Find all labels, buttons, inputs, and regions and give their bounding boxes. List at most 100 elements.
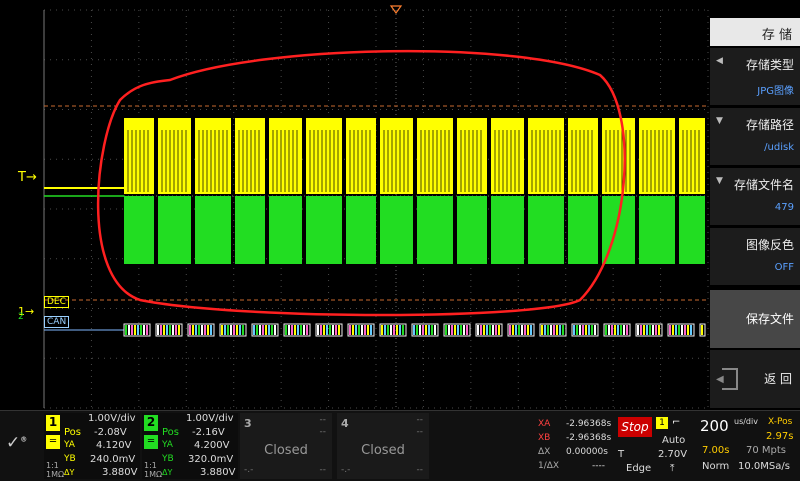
channel3-status: Closed bbox=[264, 443, 308, 458]
time-per-div-unit: us/div bbox=[734, 417, 758, 426]
memory-depth: 70 Mpts bbox=[746, 445, 787, 456]
run-stop-status[interactable]: Stop bbox=[618, 417, 652, 437]
ch2-burst bbox=[380, 196, 413, 264]
rising-edge-icon: ⤒ bbox=[670, 463, 675, 474]
cursor-inv-value: ---- bbox=[592, 461, 605, 471]
channel2-ya-label: YA bbox=[162, 440, 173, 450]
menu-item-label: 存储文件名 bbox=[733, 178, 794, 192]
cursor-dx-value: 0.00000s bbox=[566, 447, 608, 457]
menu-item-value: /udisk bbox=[764, 142, 794, 153]
channel1-impedance: 1MΩ bbox=[46, 470, 65, 479]
cursor-xb-label: XB bbox=[538, 433, 551, 443]
channel4-panel[interactable]: 4 -- -- Closed -.- -- bbox=[337, 413, 429, 479]
channel2-marker[interactable]: 2 bbox=[18, 312, 24, 322]
channel3-placeholder: -- bbox=[319, 465, 327, 475]
channel1-number: 1 bbox=[46, 415, 60, 431]
channel4-placeholder: -- bbox=[416, 427, 424, 437]
ch2-burst bbox=[457, 196, 487, 264]
menu-item-storage-type[interactable]: ◀ 存储类型 JPG图像 bbox=[710, 48, 800, 106]
menu-item-invert-image[interactable]: 图像反色 OFF bbox=[710, 228, 800, 286]
trigger-t-label: T bbox=[618, 449, 625, 460]
ch2-burst bbox=[269, 196, 302, 264]
ch2-burst bbox=[158, 196, 191, 264]
dc-coupling-icon: ═ bbox=[144, 435, 158, 449]
ch1-burst bbox=[306, 118, 342, 194]
ch2-burst bbox=[124, 196, 154, 264]
menu-item-value: OFF bbox=[774, 262, 794, 273]
ch2-burst bbox=[568, 196, 598, 264]
channel4-placeholder: -- bbox=[416, 465, 424, 475]
channel2-dy-label: ΔY bbox=[162, 468, 173, 477]
arrow-left-icon: ◀ bbox=[716, 374, 724, 385]
dc-coupling-icon: ═ bbox=[46, 435, 60, 449]
sample-rate: 10.0MSa/s bbox=[738, 461, 790, 472]
channel3-number: 3 bbox=[244, 417, 252, 430]
menu-item-label: 存储类型 bbox=[745, 58, 794, 72]
trigger-type: Edge bbox=[626, 463, 652, 474]
waveform-display[interactable]: T→ 1→ 2 DEC CAN bbox=[0, 0, 710, 410]
acquisition-mode: Norm bbox=[702, 461, 730, 472]
channel2-yb-label: YB bbox=[162, 454, 174, 464]
back-button[interactable]: ◀ 返 回 bbox=[710, 350, 800, 408]
channel1-ya-value: 4.120V bbox=[96, 440, 132, 451]
menu-item-file-name[interactable]: ▼ 存储文件名 479 bbox=[710, 168, 800, 226]
trigger-panel[interactable]: Stop 1 ⌐ Auto T 2.70V Edge ⤒ bbox=[618, 415, 698, 477]
channel3-placeholder: -- bbox=[319, 415, 327, 425]
channel1-yb-label: YB bbox=[64, 454, 76, 464]
menu-item-value: JPG图像 bbox=[757, 86, 794, 97]
channel1-pos-label: Pos bbox=[64, 427, 82, 438]
timebase-panel[interactable]: 200 us/div X-Pos 2.97s 7.00s 70 Mpts Nor… bbox=[698, 415, 800, 477]
menu-title: 存 储 bbox=[710, 18, 800, 46]
trigger-source: 1 bbox=[656, 417, 668, 429]
cursor-dx-label: ΔX bbox=[538, 447, 551, 457]
cursor-panel[interactable]: XA -2.96368s XB -2.96368s ΔX 0.00000s 1/… bbox=[536, 415, 616, 477]
channel1-ya-label: YA bbox=[64, 440, 75, 450]
decode-label: DEC bbox=[44, 296, 69, 308]
channel1-probe-ratio: 1:1 bbox=[46, 461, 59, 470]
waveform-svg bbox=[43, 5, 709, 409]
channel4-placeholder: -.- bbox=[341, 465, 351, 475]
ch2-burst bbox=[346, 196, 376, 264]
oscilloscope-screen: T→ 1→ 2 DEC CAN 存 储 ◀ 存储类型 JPG图像 ▼ 存储路径 … bbox=[0, 0, 800, 481]
channel1-yb-value: 240.0mV bbox=[90, 454, 136, 465]
channel2-pos-value: -2.16V bbox=[192, 427, 225, 438]
menu-item-storage-path[interactable]: ▼ 存储路径 /udisk bbox=[710, 108, 800, 166]
channel1-panel[interactable]: 1 ═ 1.00V/div Pos -2.08V YA 4.120V YB 24… bbox=[44, 413, 140, 479]
channel1-pos-value: -2.08V bbox=[94, 427, 127, 438]
channel1-volts-div: 1.00V/div bbox=[88, 413, 136, 424]
channel3-placeholder: -.- bbox=[244, 465, 254, 475]
trigger-level-marker[interactable]: T→ bbox=[18, 170, 37, 185]
xpos-label: X-Pos bbox=[768, 417, 793, 427]
ch2-burst bbox=[417, 196, 453, 264]
trigger-edge-icon: ⌐ bbox=[672, 417, 681, 428]
cursor-inv-label: 1/ΔX bbox=[538, 461, 560, 471]
chevron-down-icon: ▼ bbox=[716, 176, 723, 186]
ch1-burst bbox=[528, 118, 564, 194]
back-label: 返 回 bbox=[764, 372, 792, 386]
zlg-logo-icon: ✓® bbox=[6, 433, 28, 453]
ch2-burst bbox=[679, 196, 705, 264]
storage-menu: 存 储 ◀ 存储类型 JPG图像 ▼ 存储路径 /udisk ▼ 存储文件名 4… bbox=[710, 18, 800, 410]
menu-item-label: 存储路径 bbox=[745, 118, 794, 132]
channel2-number: 2 bbox=[144, 415, 158, 431]
ch1-burst bbox=[639, 118, 675, 194]
channel4-number: 4 bbox=[341, 417, 349, 430]
channel2-panel[interactable]: 2 ═ 1.00V/div Pos -2.16V YA 4.200V YB 32… bbox=[142, 413, 238, 479]
channel2-dy-value: 3.880V bbox=[200, 467, 236, 478]
trigger-level: 2.70V bbox=[658, 449, 688, 460]
save-file-label: 保存文件 bbox=[745, 312, 794, 326]
channel3-panel[interactable]: 3 -- -- Closed -.- -- bbox=[240, 413, 332, 479]
channel4-status: Closed bbox=[361, 443, 405, 458]
ch1-burst bbox=[195, 118, 231, 194]
ch2-burst bbox=[639, 196, 675, 264]
cursor-xa-label: XA bbox=[538, 419, 551, 429]
channel4-placeholder: -- bbox=[416, 415, 424, 425]
status-bar: ✓® 1 ═ 1.00V/div Pos -2.08V YA 4.120V YB… bbox=[0, 410, 800, 481]
channel2-volts-div: 1.00V/div bbox=[186, 413, 234, 424]
ch2-burst bbox=[195, 196, 231, 264]
chevron-down-icon: ▼ bbox=[716, 116, 723, 126]
cursor-xa-value: -2.96368s bbox=[566, 419, 612, 429]
ch2-burst bbox=[306, 196, 342, 264]
xpos-value: 2.97s bbox=[766, 431, 794, 442]
save-file-button[interactable]: 保存文件 bbox=[710, 290, 800, 348]
